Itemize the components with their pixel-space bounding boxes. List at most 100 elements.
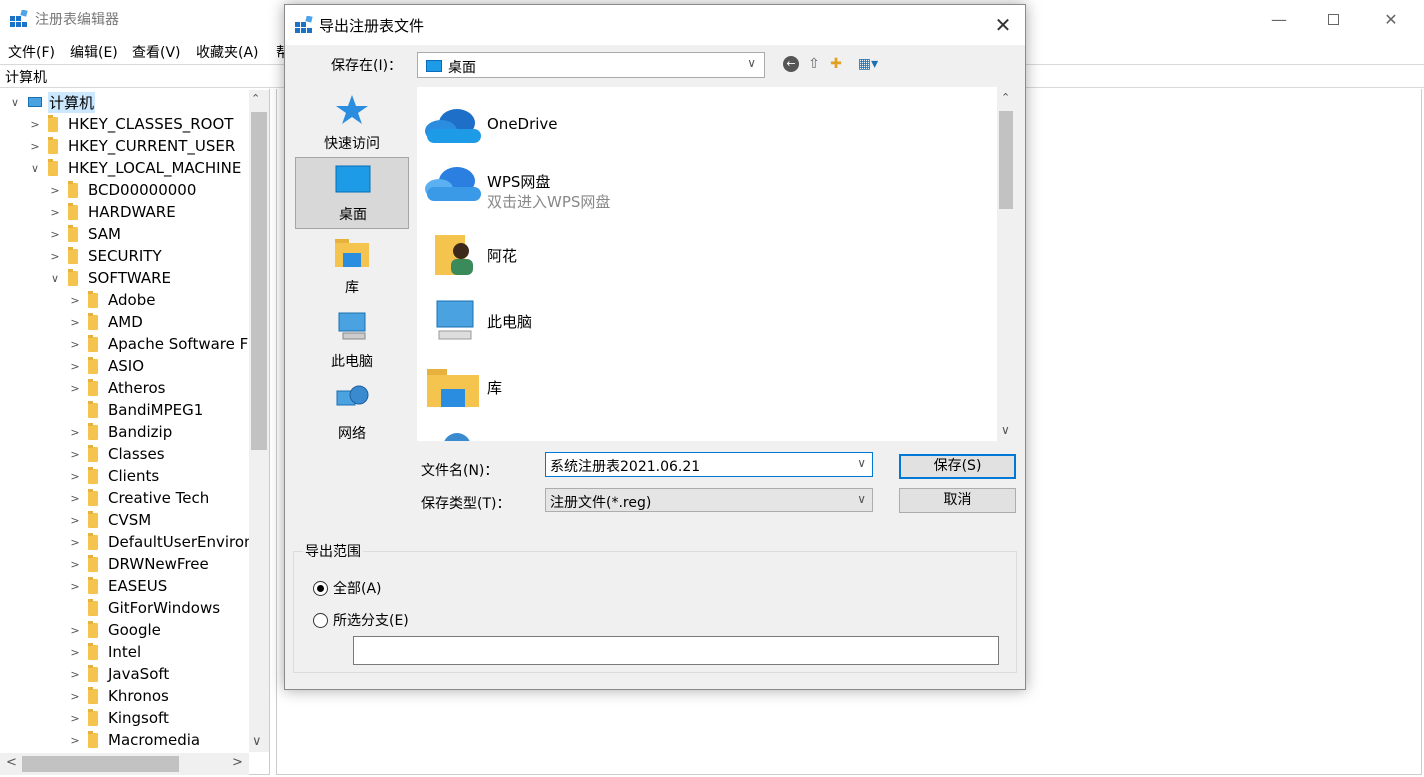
chevron-right-icon[interactable]: > [68,360,82,373]
place-this-pc[interactable]: 此电脑 [295,305,409,377]
scroll-down-icon[interactable]: ∨ [1001,423,1010,437]
chevron-right-icon[interactable]: > [48,228,62,241]
scroll-down-icon[interactable]: ∨ [252,734,262,749]
chevron-down-icon[interactable]: ∨ [28,162,42,175]
chevron-right-icon[interactable]: > [68,338,82,351]
chevron-down-icon[interactable]: ∨ [48,272,62,285]
tree-item[interactable]: > JavaSoft [68,663,169,685]
chevron-right-icon[interactable]: > [48,184,62,197]
scroll-right-icon[interactable]: > [232,755,243,770]
scroll-up-icon[interactable]: ⌃ [251,92,260,105]
menu-favorites[interactable]: 收藏夹(A) [196,42,259,62]
minimize-button[interactable]: — [1256,0,1302,38]
place-network[interactable]: 网络 [295,377,409,449]
maximize-button[interactable] [1310,0,1356,38]
tree-item[interactable]: > Atheros [68,377,165,399]
scroll-left-icon[interactable]: < [6,755,17,770]
radio-selected-icon[interactable] [313,580,328,596]
chevron-right-icon[interactable]: > [68,646,82,659]
tree-item-hkcu[interactable]: > HKEY_CURRENT_USER [28,135,235,157]
chevron-right-icon[interactable]: > [68,316,82,329]
file-list[interactable]: OneDrive WPS网盘 双击进入WPS网盘 阿花 此电脑 库 [417,87,1015,441]
file-list-scroll-thumb[interactable] [999,111,1013,209]
filename-input[interactable]: 系统注册表2021.06.21 ∨ [545,452,873,477]
chevron-right-icon[interactable]: > [28,140,42,153]
new-folder-icon[interactable]: ✚ [827,55,845,73]
menu-file[interactable]: 文件(F) [8,42,55,62]
tree-item[interactable]: > Google [68,619,161,641]
back-icon[interactable]: ← [783,56,799,72]
save-in-dropdown[interactable]: 桌面 ∨ [417,52,765,78]
tree-item[interactable]: > SECURITY [48,245,162,267]
radio-selected-branch[interactable]: 所选分支(E) [313,610,409,630]
chevron-right-icon[interactable]: > [68,382,82,395]
tree-item[interactable]: > Khronos [68,685,169,707]
tree-item[interactable]: > Kingsoft [68,707,169,729]
tree-item[interactable]: > Adobe [68,289,155,311]
file-item-network[interactable] [423,423,983,441]
tree-item[interactable]: BandiMPEG1 [68,399,203,421]
chevron-down-icon[interactable]: ∨ [857,456,866,470]
place-quick-access[interactable]: 快速访问 [295,87,409,159]
chevron-right-icon[interactable]: > [68,690,82,703]
tree-item[interactable]: > ASIO [68,355,144,377]
place-libraries[interactable]: 库 [295,231,409,303]
chevron-right-icon[interactable]: > [68,580,82,593]
tree-item-hklm[interactable]: ∨ HKEY_LOCAL_MACHINE [28,157,241,179]
tree-item[interactable]: > Creative Tech [68,487,209,509]
tree-item[interactable]: > HARDWARE [48,201,176,223]
menu-view[interactable]: 查看(V) [132,42,181,62]
tree-item[interactable]: > DefaultUserEnviron [68,531,254,553]
chevron-right-icon[interactable]: > [68,668,82,681]
tree-item[interactable]: > DRWNewFree [68,553,209,575]
branch-path-input[interactable] [353,636,999,665]
tree-item-computer[interactable]: ∨ 计算机 [8,91,96,113]
cancel-button[interactable]: 取消 [899,488,1016,513]
chevron-right-icon[interactable]: > [68,712,82,725]
chevron-right-icon[interactable]: > [68,492,82,505]
chevron-right-icon[interactable]: > [68,294,82,307]
tree-scroll-thumb[interactable] [251,112,267,450]
chevron-right-icon[interactable]: > [48,206,62,219]
view-menu-icon[interactable]: ▦▾ [853,55,883,73]
chevron-down-icon[interactable]: ∨ [8,96,22,109]
chevron-right-icon[interactable]: > [68,558,82,571]
scroll-up-icon[interactable]: ⌃ [1001,91,1010,104]
chevron-right-icon[interactable]: > [68,470,82,483]
file-item-this-pc[interactable]: 此电脑 [423,291,983,351]
filetype-dropdown[interactable]: 注册文件(*.reg) ∨ [545,488,873,512]
tree-item[interactable]: > Bandizip [68,421,172,443]
file-item-user[interactable]: 阿花 [423,225,983,285]
chevron-right-icon[interactable]: > [28,118,42,131]
tree-item[interactable]: > SAM [48,223,121,245]
place-desktop[interactable]: 桌面 [295,157,409,229]
dialog-close-button[interactable]: ✕ [981,5,1025,45]
tree-item[interactable]: > BCD00000000 [48,179,196,201]
chevron-right-icon[interactable]: > [68,448,82,461]
file-item-wps[interactable]: WPS网盘 双击进入WPS网盘 [423,155,983,215]
tree-item[interactable]: > EASEUS [68,575,167,597]
file-item-onedrive[interactable]: OneDrive [423,95,983,155]
tree-item[interactable]: > AMD [68,311,143,333]
tree-hscroll-thumb[interactable] [22,756,179,772]
tree-item[interactable]: > Clients [68,465,159,487]
chevron-right-icon[interactable]: > [68,514,82,527]
up-folder-icon[interactable]: ⇧ [805,55,823,73]
tree-item[interactable]: > Macromedia [68,729,200,751]
chevron-right-icon[interactable]: > [68,426,82,439]
tree-item-software[interactable]: ∨ SOFTWARE [48,267,171,289]
close-window-button[interactable]: ✕ [1368,0,1414,38]
file-item-libraries[interactable]: 库 [423,357,983,417]
save-button[interactable]: 保存(S) [899,454,1016,479]
tree-item[interactable]: GitForWindows [68,597,220,619]
tree-item[interactable]: > Intel [68,641,141,663]
tree-item[interactable]: > Apache Software F [68,333,248,355]
tree-item[interactable]: > Classes [68,443,165,465]
tree-item-hkcr[interactable]: > HKEY_CLASSES_ROOT [28,113,233,135]
chevron-right-icon[interactable]: > [68,624,82,637]
radio-unselected-icon[interactable] [313,612,328,628]
chevron-right-icon[interactable]: > [68,536,82,549]
menu-edit[interactable]: 编辑(E) [70,42,118,62]
chevron-right-icon[interactable]: > [68,734,82,747]
tree-item[interactable]: > CVSM [68,509,151,531]
